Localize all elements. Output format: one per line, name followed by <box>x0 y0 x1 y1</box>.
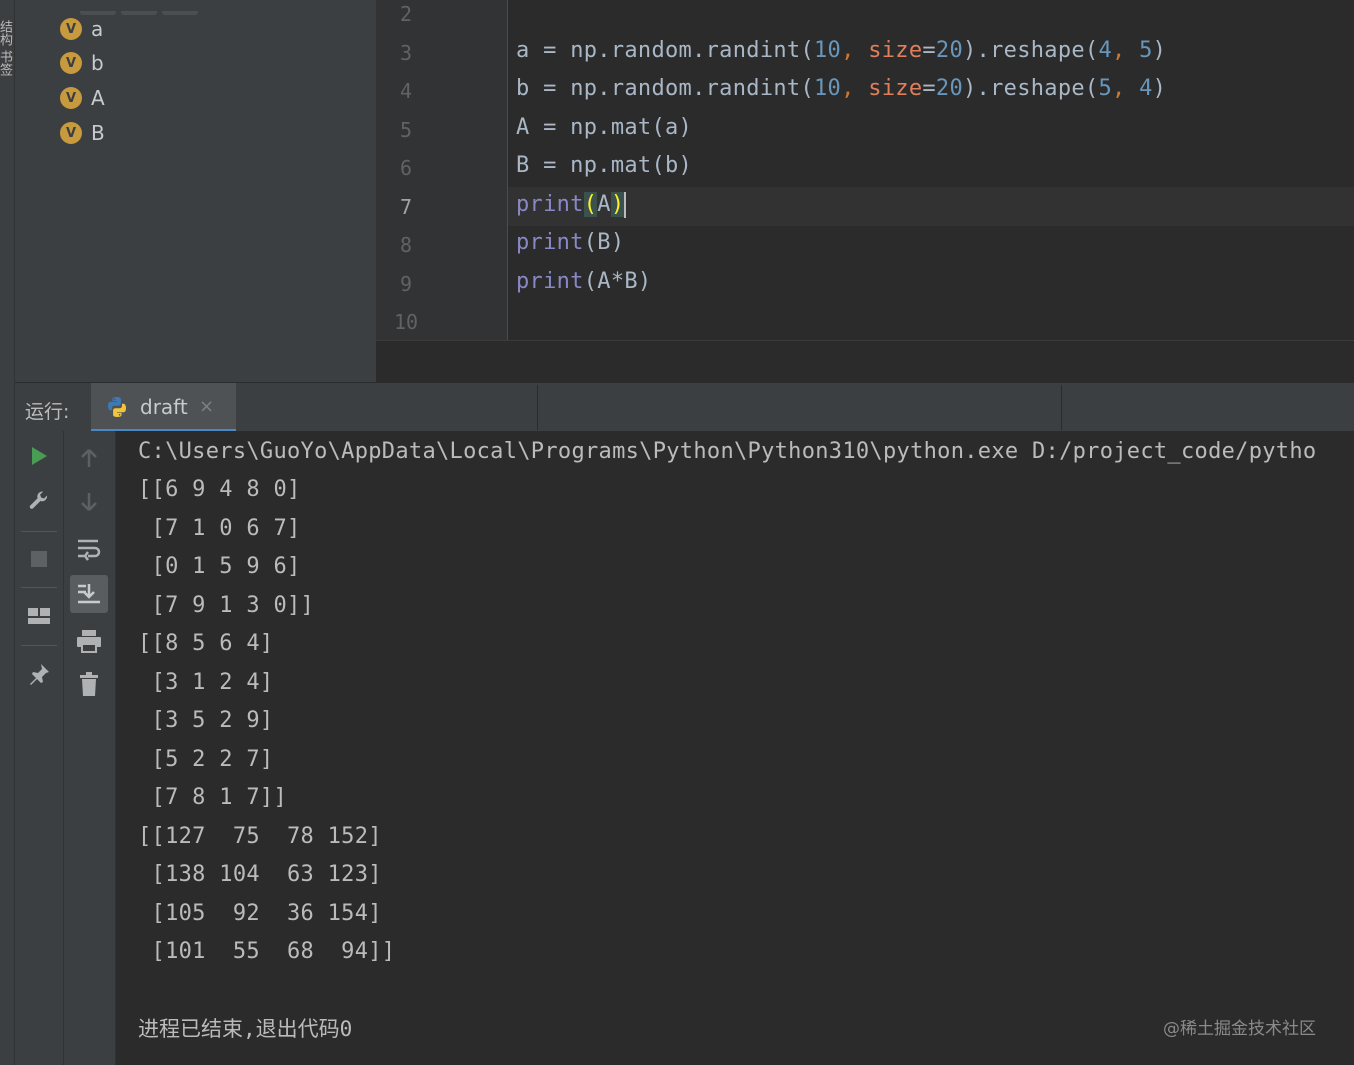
variable-icon: V <box>60 122 82 144</box>
code-line-current: print(A) <box>516 192 627 218</box>
console-line: [[6 9 4 8 0] <box>138 477 301 502</box>
console-line: [[8 5 6 4] <box>138 631 274 656</box>
line-number: 10 <box>393 310 419 334</box>
variable-name: B <box>91 121 105 145</box>
console-line: [3 1 2 4] <box>138 670 274 695</box>
print-icon[interactable] <box>70 622 108 660</box>
variable-name: A <box>91 86 105 110</box>
code-editor[interactable]: 2 3 4 5 6 7 8 9 10 a = np.random.randint… <box>376 0 1354 340</box>
run-window-header: 运行: draft × <box>15 382 1354 433</box>
variables-panel: V a V b V A V B <box>15 0 376 382</box>
line-number: 5 <box>399 118 413 142</box>
header-divider <box>537 385 538 430</box>
structure-bookmarks-tab[interactable]: 结构 书签 <box>0 20 14 260</box>
code-line: b = np.random.randint(10, size=20).resha… <box>516 76 1167 101</box>
line-number-gutter: 2 3 4 5 6 7 8 9 10 <box>376 0 508 340</box>
rerun-icon[interactable] <box>20 437 58 475</box>
scroll-to-end-icon[interactable] <box>70 575 108 613</box>
code-line: print(B) <box>516 230 625 255</box>
run-tab-draft[interactable]: draft × <box>91 383 236 432</box>
console-output[interactable]: C:\Users\GuoYo\AppData\Local\Programs\Py… <box>116 431 1354 1065</box>
stop-icon[interactable] <box>20 540 58 578</box>
run-label: 运行: <box>25 401 70 423</box>
code-line: B = np.mat(b) <box>516 153 693 178</box>
text-caret <box>624 192 627 218</box>
line-number: 4 <box>399 79 413 103</box>
console-line: [5 2 2 7] <box>138 747 274 772</box>
line-number: 6 <box>399 156 413 180</box>
variable-item[interactable]: V A <box>60 85 105 111</box>
console-line: [7 8 1 7]] <box>138 785 287 810</box>
python-icon <box>108 397 126 417</box>
variable-item[interactable]: V a <box>60 16 103 42</box>
console-line: [[127 75 78 152] <box>138 824 382 849</box>
watermark: @稀土掘金技术社区 <box>1163 1019 1316 1039</box>
line-number: 8 <box>399 233 413 257</box>
panel-top-tabs <box>80 0 240 15</box>
console-line: [0 1 5 9 6] <box>138 554 301 579</box>
pin-icon[interactable] <box>20 655 58 693</box>
line-number: 3 <box>399 41 413 65</box>
variable-item[interactable]: V b <box>60 50 104 76</box>
line-number-current: 7 <box>399 195 413 219</box>
variable-item[interactable]: V B <box>60 120 105 146</box>
variable-name: b <box>91 51 104 75</box>
code-line: A = np.mat(a) <box>516 115 693 140</box>
header-divider <box>1061 385 1062 430</box>
editor-bottom-area <box>376 340 1354 383</box>
variable-icon: V <box>60 87 82 109</box>
soft-wrap-icon[interactable] <box>70 530 108 568</box>
console-line: [7 1 0 6 7] <box>138 516 301 541</box>
run-toolbar-secondary <box>64 431 116 1065</box>
console-line: [138 104 63 123] <box>138 862 382 887</box>
console-line: C:\Users\GuoYo\AppData\Local\Programs\Py… <box>138 439 1317 464</box>
run-toolbar-primary <box>15 431 64 1065</box>
variable-icon: V <box>60 52 82 74</box>
layout-icon[interactable] <box>20 597 58 635</box>
up-arrow-icon[interactable] <box>70 439 108 477</box>
variable-icon: V <box>60 18 82 40</box>
line-number: 2 <box>399 2 413 26</box>
close-icon[interactable]: × <box>199 396 214 417</box>
left-tool-strip: 结构 书签 <box>0 0 15 1065</box>
line-number: 9 <box>399 272 413 296</box>
console-line: [101 55 68 94]] <box>138 939 396 964</box>
trash-icon[interactable] <box>70 665 108 703</box>
code-line: print(A*B) <box>516 269 652 294</box>
down-arrow-icon[interactable] <box>70 483 108 521</box>
run-tab-label: draft <box>140 395 188 419</box>
wrench-icon[interactable] <box>20 483 58 521</box>
console-line: [3 5 2 9] <box>138 708 274 733</box>
process-exit-message: 进程已结束,退出代码0 <box>138 1017 353 1041</box>
code-line: a = np.random.randint(10, size=20).resha… <box>516 38 1167 63</box>
current-line-highlight <box>507 187 1354 226</box>
console-line: [7 9 1 3 0]] <box>138 593 315 618</box>
variable-name: a <box>91 17 104 41</box>
console-line: [105 92 36 154] <box>138 901 382 926</box>
